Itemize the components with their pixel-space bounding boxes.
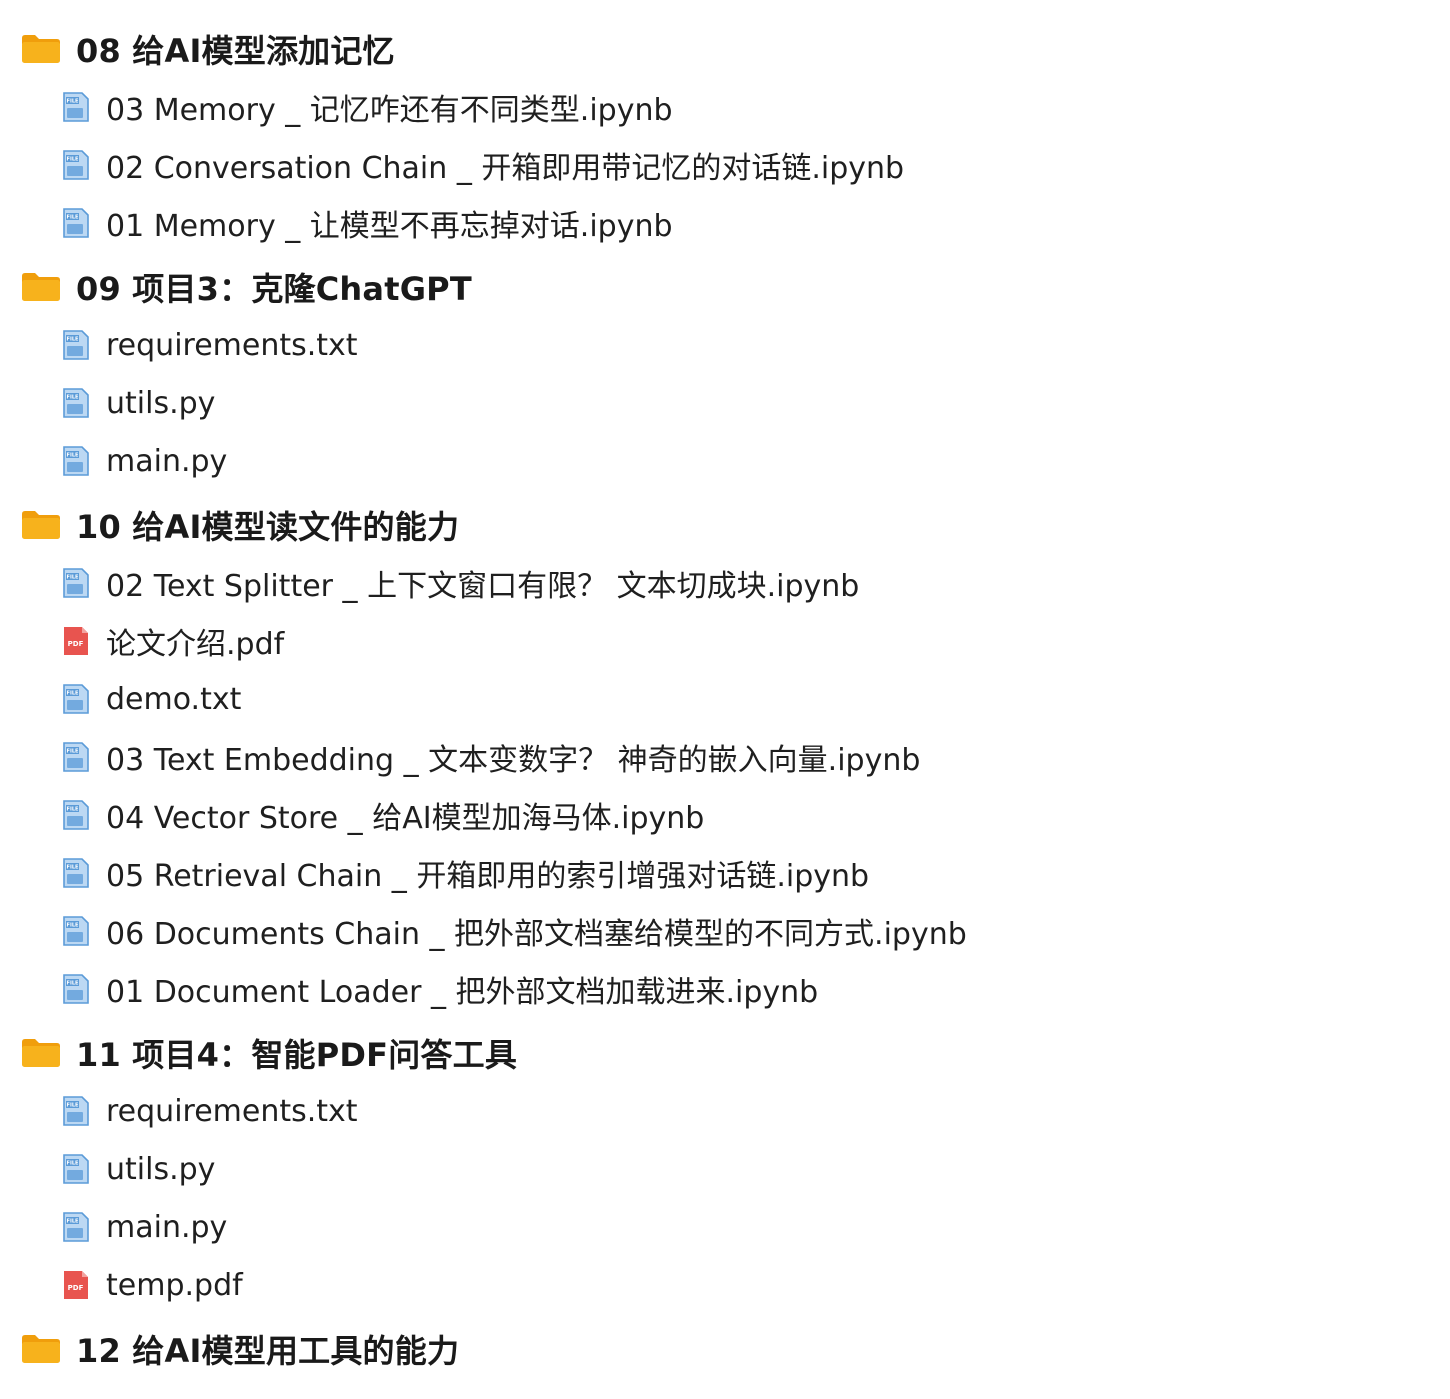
file-name: main.py (106, 443, 228, 479)
folder-row[interactable]: 09 项目3：克隆ChatGPT (0, 258, 1450, 316)
file-icon: FILE (63, 1154, 89, 1184)
file-name: 06 Documents Chain _ 把外部文档塞给模型的不同方式.ipyn… (106, 917, 967, 952)
file-icon-label: FILE (67, 157, 79, 163)
file-icon: FILE (63, 742, 89, 772)
file-icon: FILE (63, 974, 89, 1004)
file-name: main.py (106, 1209, 228, 1245)
file-icon-label: FILE (67, 807, 79, 813)
file-name: 04 Vector Store _ 给AI模型加海马体.ipynb (106, 801, 705, 836)
file-name: requirements.txt (106, 327, 358, 363)
file-icon-label: FILE (67, 1219, 79, 1225)
file-icon: FILE (63, 446, 89, 476)
file-icon-label: FILE (67, 923, 79, 929)
folder-row[interactable]: 08 给AI模型添加记忆 (0, 20, 1450, 78)
file-row[interactable]: FILE 06 Documents Chain _ 把外部文档塞给模型的不同方式.… (0, 902, 1450, 960)
file-name: 03 Text Embedding _ 文本变数字？ 神奇的嵌入向量.ipynb (106, 743, 921, 778)
file-row[interactable]: FILE 04 Vector Store _ 给AI模型加海马体.ipynb (0, 786, 1450, 844)
file-name: 论文介绍.pdf (106, 627, 285, 662)
folder-title: 09 项目3：克隆ChatGPT (76, 270, 472, 308)
file-row[interactable]: FILE 02 Conversation Chain _ 开箱即用带记忆的对话链.… (0, 136, 1450, 194)
file-icon: FILE (63, 330, 89, 360)
folder-icon (22, 35, 60, 63)
file-icon: FILE (63, 208, 89, 238)
file-icon-label: FILE (67, 395, 79, 401)
file-row[interactable]: PDF 论文介绍.pdf (0, 612, 1450, 670)
file-row[interactable]: FILE main.py (0, 432, 1450, 490)
file-row[interactable]: FILE 05 Retrieval Chain _ 开箱即用的索引增强对话链.ip… (0, 844, 1450, 902)
file-icon-label: FILE (67, 865, 79, 871)
file-row[interactable]: FILE main.py (0, 1198, 1450, 1256)
file-row[interactable]: FILE requirements.txt (0, 316, 1450, 374)
file-icon-label: FILE (67, 749, 79, 755)
file-icon: FILE (63, 92, 89, 122)
file-row[interactable]: FILE utils.py (0, 1140, 1450, 1198)
file-name: 02 Conversation Chain _ 开箱即用带记忆的对话链.ipyn… (106, 151, 905, 186)
file-row[interactable]: FILE 01 Memory _ 让模型不再忘掉对话.ipynb (0, 194, 1450, 252)
file-name: temp.pdf (106, 1267, 243, 1303)
file-name: 01 Document Loader _ 把外部文档加载进来.ipynb (106, 975, 819, 1010)
file-icon-label: FILE (67, 99, 79, 105)
folder-icon (22, 1335, 60, 1363)
file-icon-label: FILE (67, 981, 79, 987)
file-icon: FILE (63, 916, 89, 946)
folder-icon (22, 511, 60, 539)
folder-icon (22, 273, 60, 301)
folder-row[interactable]: 12 给AI模型用工具的能力 (0, 1320, 1450, 1378)
file-name: requirements.txt (106, 1093, 358, 1129)
folder-title: 11 项目4：智能PDF问答工具 (76, 1036, 518, 1074)
folder-row[interactable]: 10 给AI模型读文件的能力 (0, 496, 1450, 554)
pdf-icon: PDF (64, 627, 88, 655)
file-name: 02 Text Splitter _ 上下文窗口有限？ 文本切成块.ipynb (106, 569, 860, 604)
file-icon-label: FILE (67, 1161, 79, 1167)
file-row[interactable]: FILE utils.py (0, 374, 1450, 432)
file-row[interactable]: FILE 02 Text Splitter _ 上下文窗口有限？ 文本切成块.ip… (0, 554, 1450, 612)
file-icon: FILE (63, 150, 89, 180)
file-name: demo.txt (106, 681, 242, 717)
file-row[interactable]: FILE 03 Memory _ 记忆咋还有不同类型.ipynb (0, 78, 1450, 136)
file-name: utils.py (106, 1151, 216, 1187)
file-row[interactable]: FILE requirements.txt (0, 1082, 1450, 1140)
folder-title: 12 给AI模型用工具的能力 (76, 1332, 460, 1370)
file-icon: FILE (63, 800, 89, 830)
file-icon-label: FILE (67, 337, 79, 343)
folder-row[interactable]: 11 项目4：智能PDF问答工具 (0, 1024, 1450, 1082)
file-icon-label: FILE (67, 453, 79, 459)
file-icon: FILE (63, 388, 89, 418)
file-icon-label: FILE (67, 1103, 79, 1109)
file-name: 03 Memory _ 记忆咋还有不同类型.ipynb (106, 93, 673, 128)
file-row[interactable]: PDF temp.pdf (0, 1256, 1450, 1314)
file-tree: 08 给AI模型添加记忆 FILE 03 Memory _ 记忆咋还有不同类型.ip… (0, 20, 1450, 1378)
file-icon-label: PDF (68, 1284, 84, 1292)
file-name: 01 Memory _ 让模型不再忘掉对话.ipynb (106, 209, 673, 244)
file-icon-label: FILE (67, 215, 79, 221)
file-name: utils.py (106, 385, 216, 421)
pdf-icon: PDF (64, 1271, 88, 1299)
file-icon: FILE (63, 684, 89, 714)
file-row[interactable]: FILE 01 Document Loader _ 把外部文档加载进来.ipynb (0, 960, 1450, 1018)
file-name: 05 Retrieval Chain _ 开箱即用的索引增强对话链.ipynb (106, 859, 870, 894)
file-row[interactable]: FILE 03 Text Embedding _ 文本变数字？ 神奇的嵌入向量.i… (0, 728, 1450, 786)
file-icon: FILE (63, 1096, 89, 1126)
file-icon-label: PDF (68, 640, 84, 648)
folder-title: 08 给AI模型添加记忆 (76, 32, 395, 70)
folder-title: 10 给AI模型读文件的能力 (76, 508, 460, 546)
file-icon: FILE (63, 568, 89, 598)
folder-icon (22, 1039, 60, 1067)
file-icon-label: FILE (67, 691, 79, 697)
file-icon-label: FILE (67, 575, 79, 581)
file-icon: FILE (63, 1212, 89, 1242)
file-icon: FILE (63, 858, 89, 888)
file-row[interactable]: FILE demo.txt (0, 670, 1450, 728)
